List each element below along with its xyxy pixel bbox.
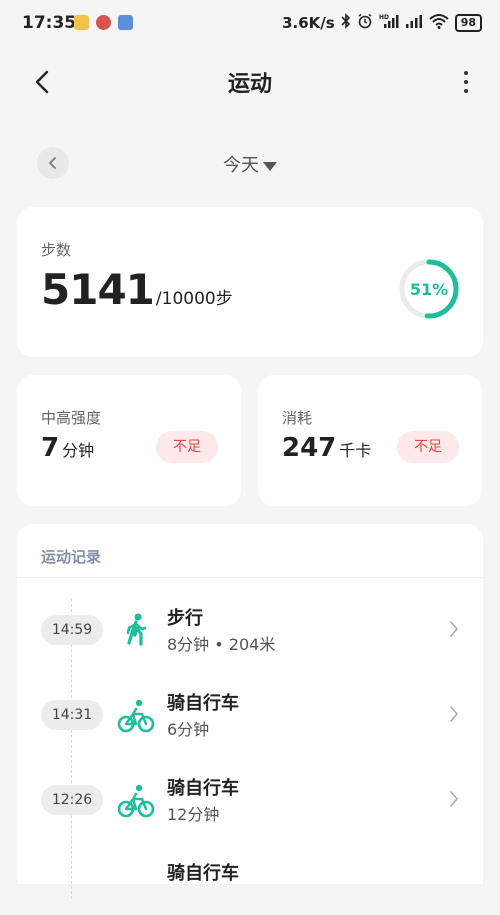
intensity-value-group: 7 分钟 — [41, 433, 94, 463]
date-selector[interactable]: 今天 — [0, 151, 500, 177]
svg-text:HD: HD — [379, 14, 389, 21]
steps-card[interactable]: 步数 5141 /10000步 51% — [17, 207, 483, 357]
record-detail: 6分钟 — [167, 720, 210, 739]
walking-icon — [126, 613, 147, 646]
chevron-right-icon — [450, 791, 459, 807]
network-speed: 3.6K/s — [282, 14, 335, 32]
wifi-icon — [429, 13, 449, 33]
divider — [17, 577, 483, 578]
intensity-label: 中高强度 — [41, 409, 102, 427]
calories-unit: 千卡 — [339, 441, 372, 460]
battery-icon: 98 — [454, 14, 482, 32]
steps-label: 步数 — [41, 241, 72, 259]
chevron-right-icon — [450, 706, 459, 722]
calories-label: 消耗 — [282, 409, 313, 427]
status-bar: 17:35 3.6K/s HD 98 — [0, 0, 500, 46]
steps-progress-ring: 51% — [399, 259, 459, 319]
more-options-button[interactable] — [456, 64, 476, 100]
more-dot-icon — [464, 89, 468, 93]
record-time: 14:59 — [41, 615, 103, 645]
record-activity-name: 骑自行车 — [167, 863, 239, 884]
calories-value-group: 247 千卡 — [282, 433, 371, 463]
app-notification-icon — [96, 15, 111, 30]
record-detail: 12分钟 — [167, 805, 220, 824]
record-item[interactable]: 14:31 骑自行车 6分钟 — [17, 685, 483, 745]
cycling-icon — [117, 699, 155, 733]
intensity-unit: 分钟 — [62, 441, 95, 460]
intensity-status-badge: 不足 — [156, 431, 218, 463]
calories-value: 247 — [282, 433, 337, 463]
status-time: 17:35 — [22, 13, 77, 33]
records-title: 运动记录 — [41, 548, 102, 566]
record-activity-name: 骑自行车 — [167, 693, 239, 714]
steps-count: 5141 — [41, 265, 155, 314]
steps-goal: /10000步 — [155, 289, 233, 309]
record-activity-name: 步行 — [167, 608, 203, 629]
record-item[interactable]: 骑自行车 — [17, 855, 483, 915]
steps-percent: 51% — [410, 280, 448, 299]
alarm-icon — [357, 13, 373, 33]
record-time: 14:31 — [41, 700, 103, 730]
intensity-value: 7 — [41, 433, 60, 463]
calories-status-badge: 不足 — [397, 431, 459, 463]
record-activity-name: 骑自行车 — [167, 778, 239, 799]
caret-down-icon — [263, 161, 277, 171]
cycling-icon — [117, 784, 155, 818]
hd-signal-icon: HD — [379, 13, 399, 33]
more-dot-icon — [464, 71, 468, 75]
page-title: 运动 — [227, 72, 272, 97]
bluetooth-icon — [341, 13, 351, 33]
date-label: 今天 — [223, 155, 259, 176]
more-dot-icon — [464, 80, 468, 84]
steps-value-group: 5141 /10000步 — [41, 265, 233, 314]
app-notification-icon — [74, 15, 89, 30]
exercise-records-card: 运动记录 14:59 步行 8分钟 • 204米 14:31 骑自行车 6分钟 … — [17, 524, 483, 899]
signal-icon — [405, 13, 423, 33]
calories-card[interactable]: 消耗 247 千卡 不足 — [258, 375, 482, 506]
record-item[interactable]: 14:59 步行 8分钟 • 204米 — [17, 600, 483, 660]
record-detail: 8分钟 • 204米 — [167, 635, 276, 654]
app-notification-icon — [118, 15, 133, 30]
chevron-right-icon — [450, 621, 459, 637]
intensity-card[interactable]: 中高强度 7 分钟 不足 — [17, 375, 241, 506]
record-item[interactable]: 12:26 骑自行车 12分钟 — [17, 770, 483, 830]
record-time: 12:26 — [41, 785, 103, 815]
